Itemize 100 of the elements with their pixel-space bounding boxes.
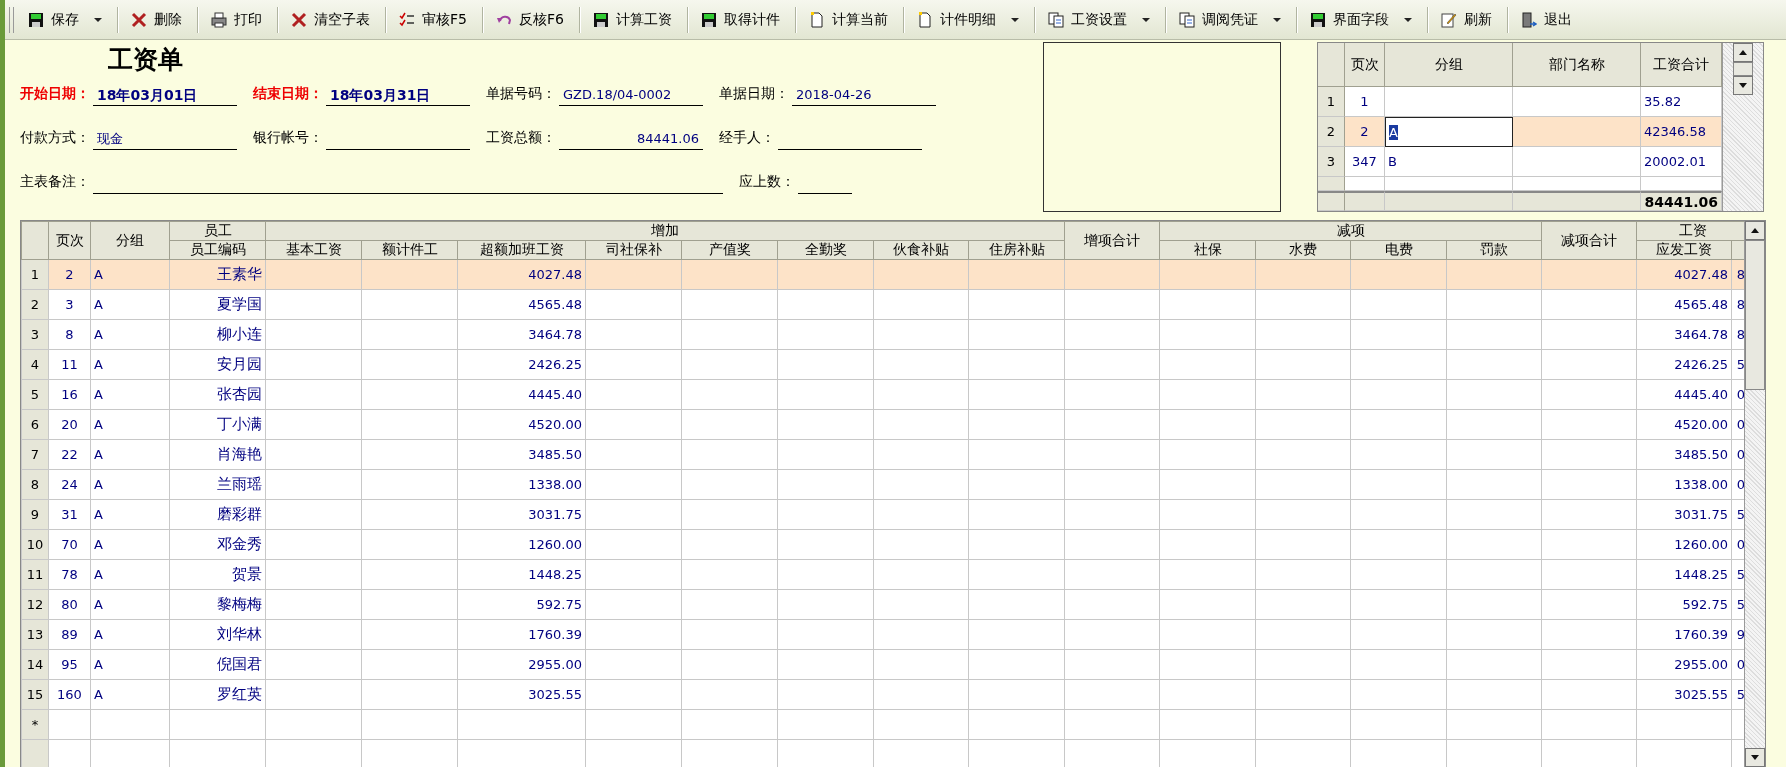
form-title: 工资单 [108,44,184,76]
toolbar-button[interactable]: 打印 [201,4,275,35]
input-field[interactable]: 2018-04-26 [792,84,936,106]
table-cell: 2426.25 [1636,349,1732,380]
row-number: 4 [21,349,49,380]
field-label: 银行帐号： [253,129,323,147]
toolbar-button[interactable]: 审核F5 [389,4,480,35]
input-field[interactable]: 84441.06 [559,128,703,150]
input-field[interactable]: 现金 [93,128,237,150]
input-field[interactable]: GZD.18/04-0002 [559,84,703,106]
table-cell: 78 [48,559,91,590]
table-cell: 贺景 [169,559,266,590]
table-cell: 24 [48,469,91,500]
column-header[interactable]: 分组 [1385,43,1513,87]
page-icon [808,11,825,28]
toolbar-button[interactable]: 保存 [18,4,115,35]
input-field[interactable]: A [1385,117,1513,147]
column-header[interactable]: 分组 [90,221,170,260]
table-cell: 罗红英 [169,679,266,710]
table-cell: 3485.50 [1636,439,1732,470]
toolbar-button[interactable]: 清空子表 [281,4,383,35]
row-number: 3 [1318,147,1345,177]
scrollbar[interactable] [1722,43,1763,211]
table-cell: A [90,619,170,650]
toolbar-button[interactable]: 退出 [1510,4,1585,35]
table-cell: A [90,319,170,350]
field-label: 经手人： [719,129,775,147]
table-cell[interactable]: 347 [1345,147,1385,177]
toolbar-button[interactable]: 调阅凭证 [1168,4,1294,35]
scroll-down-button[interactable] [1745,748,1765,767]
table-cell[interactable]: B [1385,147,1513,177]
table-cell: 22 [48,439,91,470]
table-cell: 95 [48,649,91,680]
toolbar-button[interactable]: 反核F6 [485,4,577,35]
table-cell: 丁小满 [169,409,266,440]
toolbar-button[interactable]: 界面字段 [1299,4,1425,35]
header-corner [1318,43,1345,87]
table-cell: 3464.78 [457,319,586,350]
caret-icon [1403,17,1412,22]
table-cell: 3031.75 [1636,499,1732,530]
scroll-thumb[interactable] [1733,62,1753,76]
row-number: 14 [21,649,49,680]
column-header[interactable]: 部门名称 [1513,43,1641,87]
table-cell: A [90,649,170,680]
table-cell[interactable] [1513,117,1641,147]
column-header[interactable]: 页次 [1345,43,1385,87]
table-cell: 31 [48,499,91,530]
table-cell[interactable]: 2 [1345,117,1385,147]
table-cell: 1448.25 [1636,559,1732,590]
column-header[interactable]: 增项合计 [1064,221,1160,260]
table-cell: 16 [48,379,91,410]
row-number: 2 [1318,117,1345,147]
table-cell: 3 [48,289,91,320]
scroll-up-button[interactable] [1733,43,1753,62]
table-cell: 倪国君 [169,649,266,680]
table-cell: A [90,469,170,500]
toolbar-button[interactable]: 计件明细 [906,4,1032,35]
column-group-header: 减项 [1159,221,1542,241]
table-cell: 70 [48,529,91,560]
toolbar-button[interactable]: 计算当前 [798,4,901,35]
table-cell: 夏学国 [169,289,266,320]
table-cell: 3485.50 [457,439,586,470]
table-cell: A [90,529,170,560]
scroll-thumb[interactable] [1745,240,1765,390]
caret-icon [1272,17,1281,22]
input-field[interactable]: 18年03月31日 [326,84,470,106]
total-value: 84441.06 [1641,191,1722,211]
column-header[interactable]: 工资合计 [1641,43,1722,87]
table-cell: 黎梅梅 [169,589,266,620]
field-label: 单据日期： [719,85,789,103]
scrollbar[interactable] [1744,221,1765,767]
table-cell: 4445.40 [1636,379,1732,410]
row-number: 5 [21,379,49,410]
scroll-up-button[interactable] [1745,221,1765,240]
table-cell: A [90,439,170,470]
checklist-icon [399,11,415,28]
toolbar-button[interactable]: 工资设置 [1037,4,1163,35]
toolbar-button[interactable]: 取得计件 [690,4,793,35]
toolbar-button[interactable]: 删除 [121,4,195,35]
table-cell: A [90,679,170,710]
input-field[interactable]: 18年03月01日 [93,84,237,106]
table-cell: A [90,589,170,620]
table-cell[interactable] [1513,147,1641,177]
row-number: 6 [21,409,49,440]
table-cell[interactable]: 42346.58 [1641,117,1722,147]
caret-icon [1010,17,1019,22]
column-group-header: 增加 [265,221,1065,241]
column-group-header: 员工 [169,221,266,241]
row-number: * [21,709,49,740]
table-cell: 592.75 [457,589,586,620]
toolbar-button[interactable]: 刷新 [1430,4,1505,35]
table-cell: 1448.25 [457,559,586,590]
scroll-down-button[interactable] [1733,76,1753,95]
table-cell: 兰雨瑶 [169,469,266,500]
column-header[interactable]: 页次 [48,221,91,260]
row-number: 11 [21,559,49,590]
toolbar-button[interactable]: 计算工资 [582,4,685,35]
row-number: 9 [21,499,49,530]
column-header[interactable]: 减项合计 [1541,221,1637,260]
table-cell: 安月园 [169,349,266,380]
